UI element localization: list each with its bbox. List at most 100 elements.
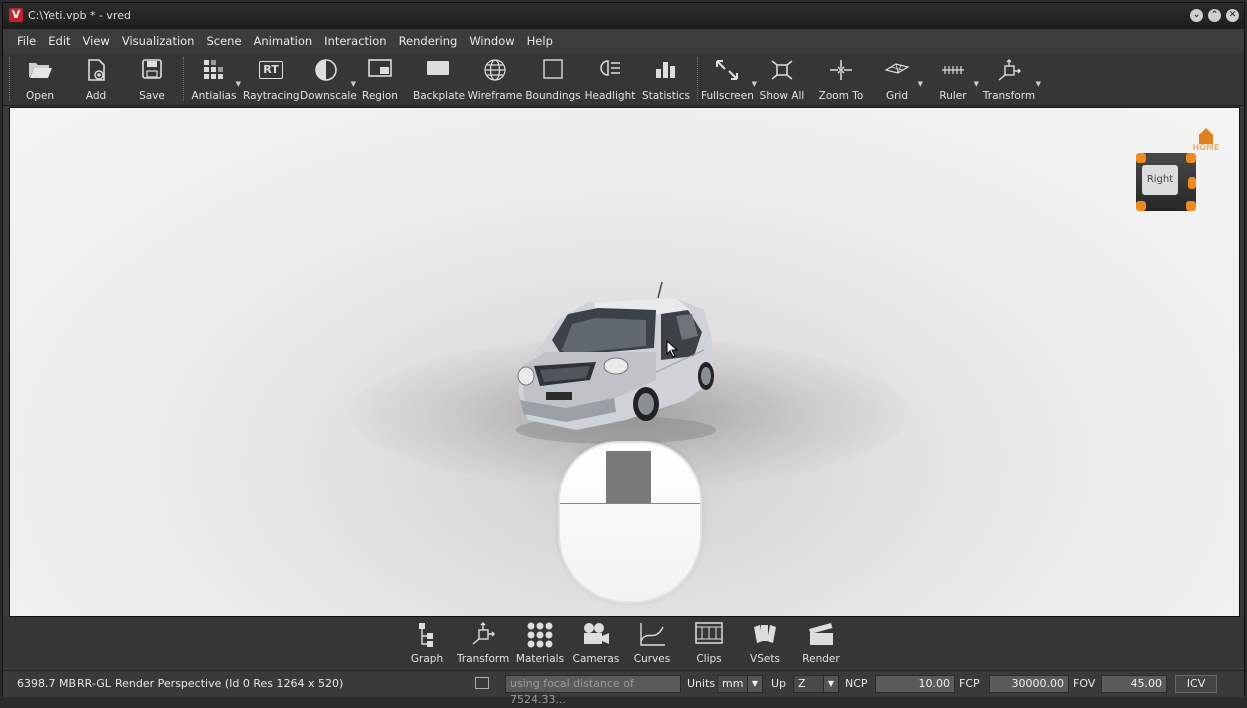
transform-button[interactable]: Transform ▼ — [981, 53, 1041, 105]
menu-rendering[interactable]: Rendering — [393, 30, 464, 52]
menu-window[interactable]: Window — [463, 30, 520, 52]
dock-render-button[interactable]: Render — [801, 617, 841, 668]
render-viewport[interactable]: HOME Right — [9, 107, 1240, 617]
clapperboard-icon — [801, 621, 841, 649]
zoom-to-icon — [813, 58, 869, 82]
mouse-middle-button-icon — [606, 451, 651, 503]
statistics-icon — [639, 58, 693, 82]
grid-button[interactable]: Grid ▼ — [875, 53, 923, 105]
ncp-label: NCP — [845, 677, 868, 690]
dropdown-arrow-icon[interactable]: ▼ — [351, 80, 356, 88]
message-field: using focal distance of 7524.33... — [505, 675, 681, 706]
chevron-down-icon: ▼ — [747, 676, 762, 692]
maximize-icon[interactable]: ⌃ — [1208, 9, 1221, 22]
menu-visualization[interactable]: Visualization — [116, 30, 201, 52]
menu-view[interactable]: View — [77, 30, 116, 52]
ncp-input[interactable]: 10.00 — [875, 675, 955, 693]
close-icon[interactable]: ✕ — [1226, 9, 1239, 22]
navcube-face-right[interactable]: Right — [1142, 165, 1178, 195]
menu-file[interactable]: File — [11, 30, 42, 52]
navigation-cube[interactable]: Right — [1136, 153, 1196, 211]
downscale-icon — [300, 58, 352, 82]
fcp-input[interactable]: 30000.00 — [989, 675, 1069, 693]
dropdown-arrow-icon[interactable]: ▼ — [918, 80, 923, 88]
ruler-button[interactable]: Ruler ▼ — [931, 53, 979, 105]
headlight-icon — [583, 58, 637, 82]
backplate-button[interactable]: Backplate — [413, 53, 465, 105]
region-icon — [359, 58, 401, 82]
dropdown-arrow-icon[interactable]: ▼ — [1036, 80, 1041, 88]
downscale-button[interactable]: Downscale ▼ — [300, 53, 357, 105]
boundings-icon — [525, 58, 581, 82]
render-info: Render Perspective (Id 0 Res 1264 x 520) — [115, 677, 344, 690]
dock-clips-button[interactable]: Clips — [689, 617, 729, 668]
up-axis-select[interactable]: Z ▼ — [793, 675, 839, 693]
zoom-to-button[interactable]: Zoom To — [813, 53, 869, 105]
dropdown-arrow-icon[interactable]: ▼ — [974, 80, 979, 88]
transform-icon — [981, 58, 1037, 82]
raytracing-icon: RT — [243, 58, 299, 82]
mouse-cursor-icon — [666, 340, 679, 358]
folder-open-icon — [19, 58, 61, 82]
dock-cameras-button[interactable]: Cameras — [571, 617, 621, 668]
region-button[interactable]: Region — [359, 53, 401, 105]
memory-usage: 6398.7 MB — [17, 677, 77, 690]
app-window: V C:\Yeti.vpb * - vred ⌄ ⌃ ✕ File Edit Vie… — [2, 2, 1245, 706]
fcp-label: FCP — [959, 677, 980, 690]
home-view-button[interactable]: HOME — [1188, 128, 1224, 154]
icv-button[interactable]: ICV — [1175, 675, 1217, 693]
add-file-icon — [75, 58, 117, 82]
up-label: Up — [771, 677, 787, 690]
statistics-button[interactable]: Statistics — [639, 53, 693, 105]
camera-icon — [571, 621, 621, 649]
mouse-divider — [560, 503, 700, 504]
toolbar-separator — [183, 57, 186, 101]
boundings-button[interactable]: Boundings — [525, 53, 581, 105]
menu-animation[interactable]: Animation — [248, 30, 319, 52]
dock-vsets-button[interactable]: VSets — [745, 617, 785, 668]
mouse-navigation-overlay — [558, 441, 702, 603]
dropdown-arrow-icon[interactable]: ▼ — [752, 80, 757, 88]
menu-edit[interactable]: Edit — [42, 30, 76, 52]
dock-graph-button[interactable]: Graph — [407, 617, 447, 668]
show-all-button[interactable]: Show All — [759, 53, 805, 105]
save-button[interactable]: Save — [131, 53, 173, 105]
minimize-icon[interactable]: ⌄ — [1190, 9, 1203, 22]
curves-icon — [629, 621, 675, 649]
wireframe-icon — [467, 58, 523, 82]
backplate-icon — [413, 58, 463, 82]
antialias-button[interactable]: Antialias ▼ — [191, 53, 241, 105]
fullscreen-icon — [701, 58, 753, 82]
materials-icon — [515, 621, 565, 649]
title-bar: V C:\Yeti.vpb * - vred ⌄ ⌃ ✕ — [3, 3, 1244, 29]
window-title: C:\Yeti.vpb * - vred — [28, 9, 131, 22]
units-label: Units — [687, 677, 716, 690]
status-bar: 6398.7 MB RR-GL Render Perspective (Id 0… — [3, 670, 1244, 706]
module-dock: Graph Transform Materials Cameras Curves — [3, 617, 1244, 668]
terminal-icon[interactable] — [475, 677, 489, 689]
headlight-button[interactable]: Headlight — [583, 53, 637, 105]
open-button[interactable]: Open — [19, 53, 61, 105]
chevron-down-icon: ▼ — [823, 676, 838, 692]
main-toolbar: Open Add Save Antialias ▼ RT Raytracing … — [3, 53, 1244, 106]
ruler-icon — [931, 58, 975, 82]
dropdown-arrow-icon[interactable]: ▼ — [236, 80, 241, 88]
dock-transform-button[interactable]: Transform — [457, 617, 509, 668]
app-logo-icon: V — [9, 8, 23, 22]
show-all-icon — [759, 58, 805, 82]
antialias-icon — [191, 58, 237, 82]
fullscreen-button[interactable]: Fullscreen ▼ — [701, 53, 757, 105]
dock-curves-button[interactable]: Curves — [629, 617, 675, 668]
clips-icon — [689, 621, 729, 649]
car-model[interactable] — [506, 280, 726, 448]
raytracing-button[interactable]: RT Raytracing — [243, 53, 300, 105]
menu-scene[interactable]: Scene — [200, 30, 247, 52]
units-select[interactable]: mm ▼ — [717, 675, 763, 693]
wireframe-button[interactable]: Wireframe — [467, 53, 523, 105]
menu-help[interactable]: Help — [521, 30, 559, 52]
menu-interaction[interactable]: Interaction — [318, 30, 392, 52]
dock-materials-button[interactable]: Materials — [515, 617, 565, 668]
vsets-icon — [745, 621, 785, 649]
add-button[interactable]: Add — [75, 53, 117, 105]
fov-input[interactable]: 45.00 — [1101, 675, 1167, 693]
